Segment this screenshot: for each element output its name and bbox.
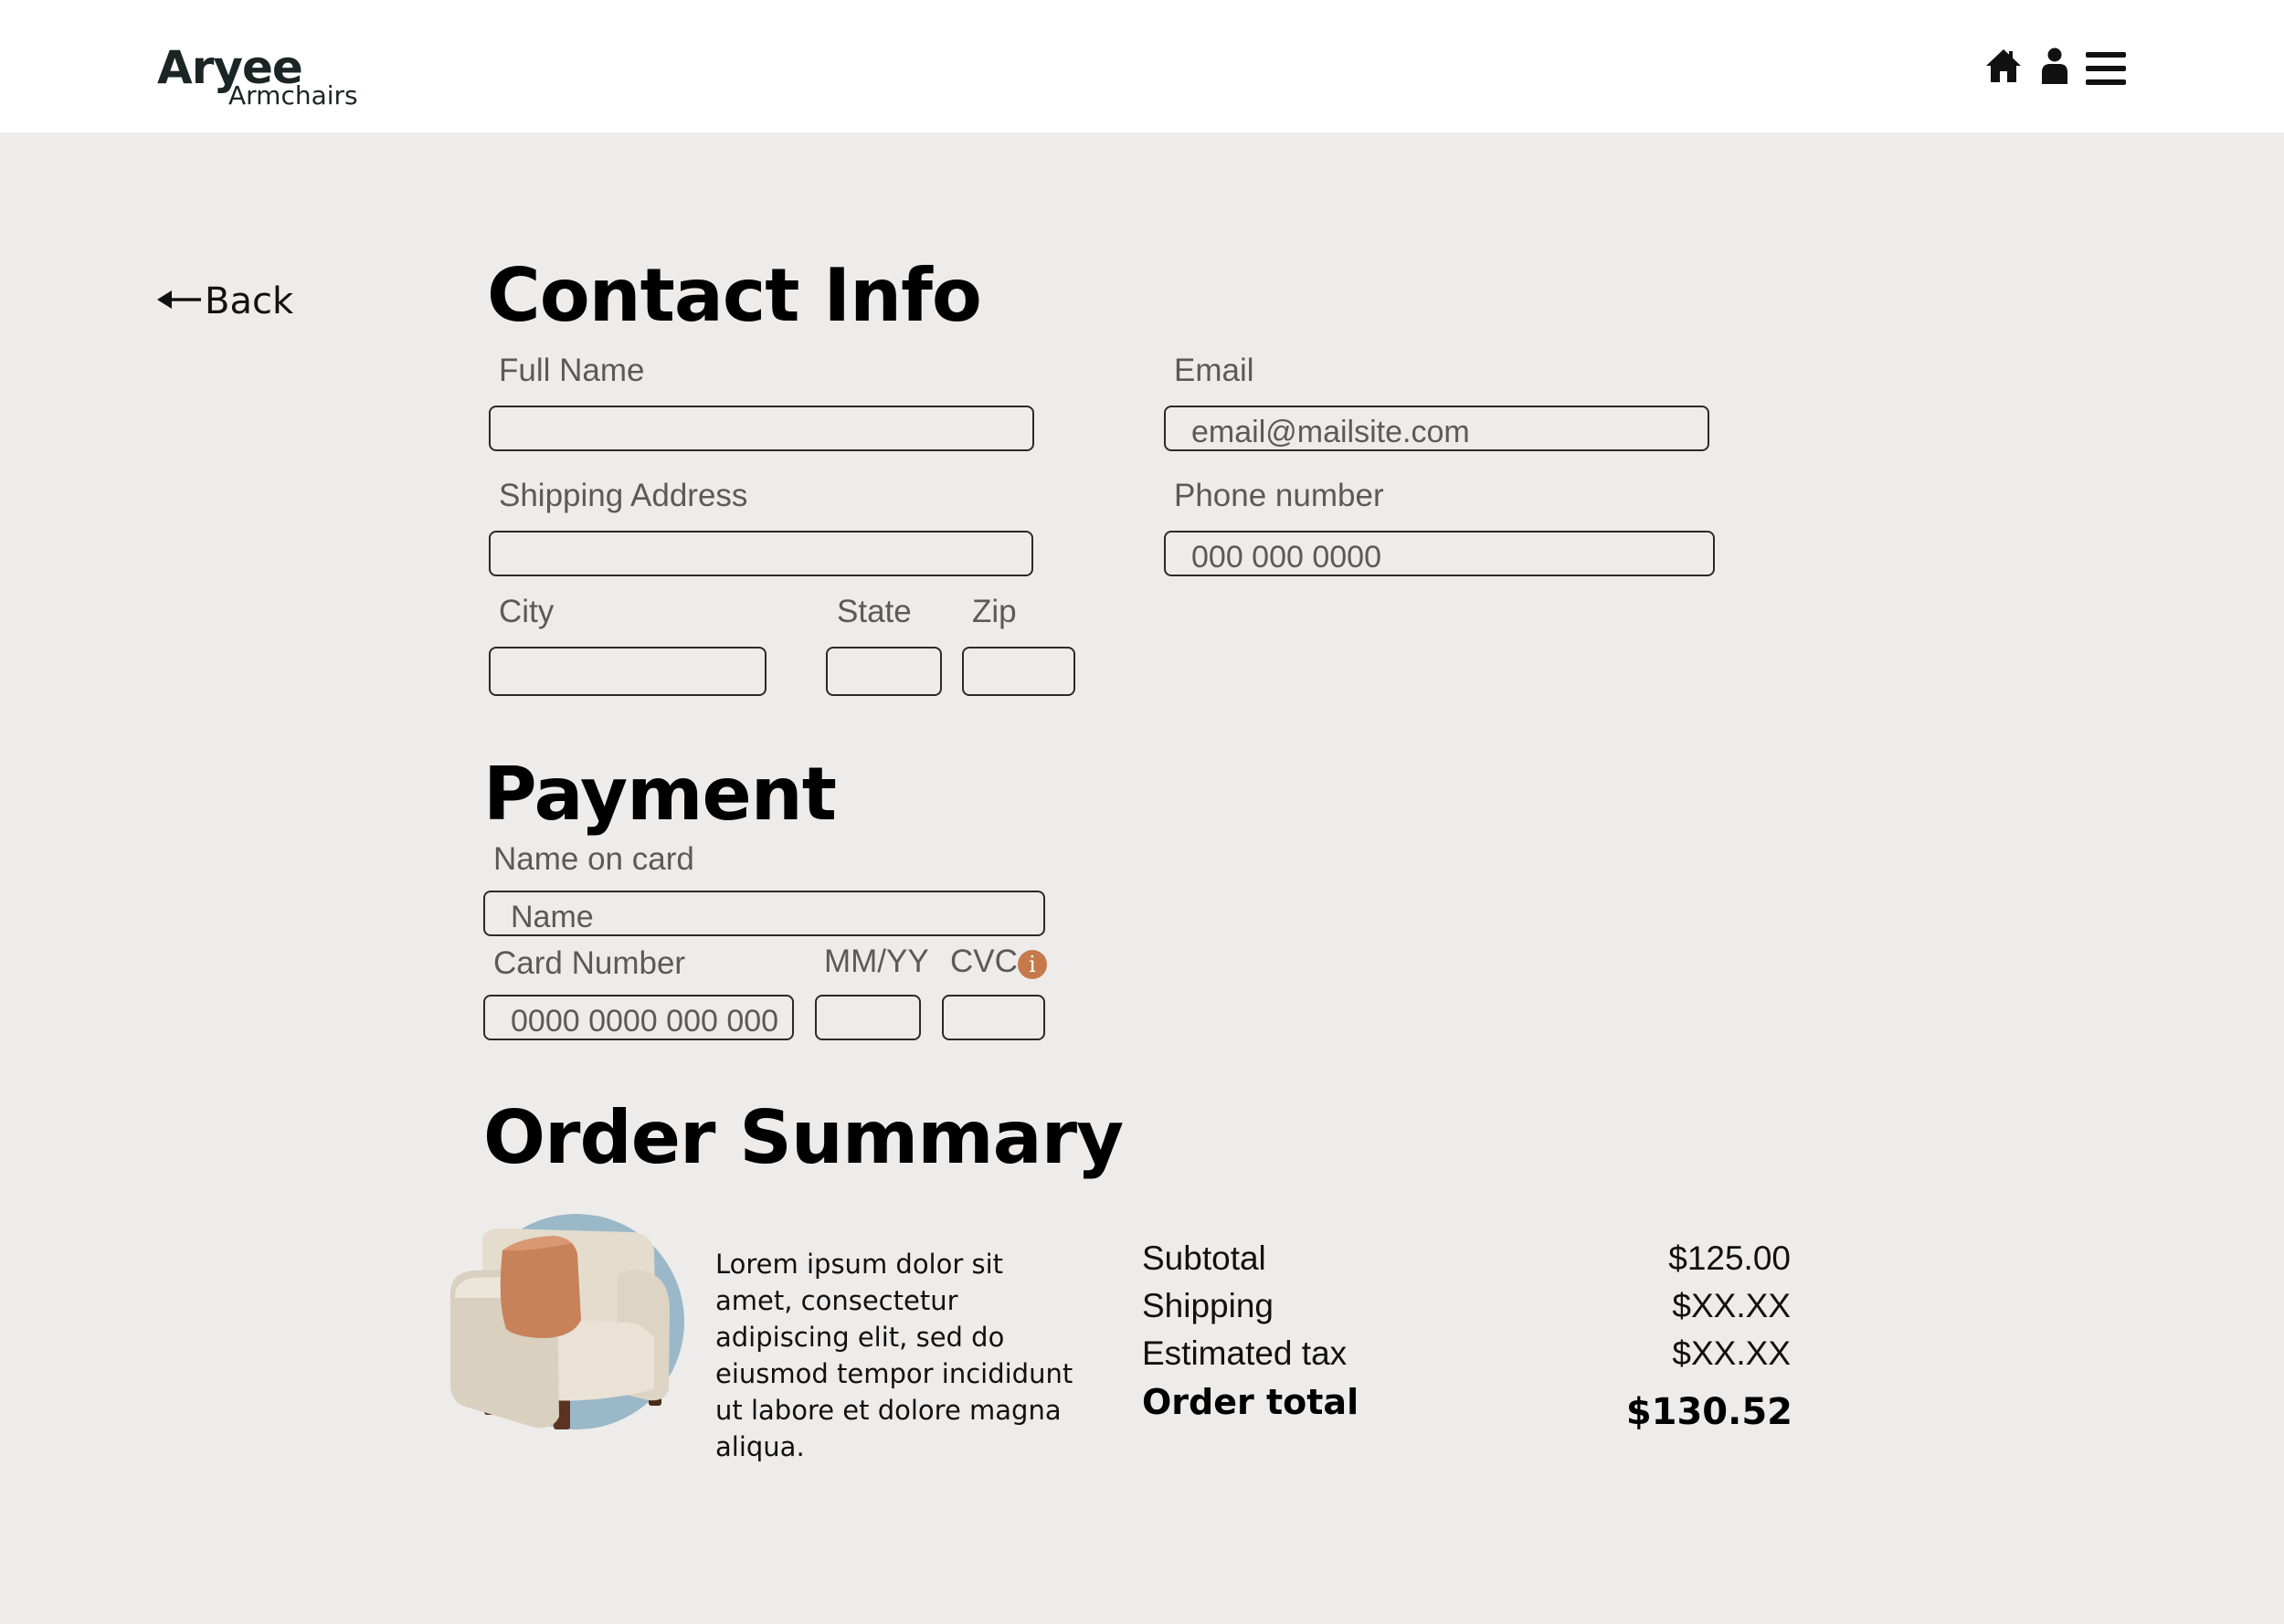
back-label: Back	[205, 280, 294, 322]
contact-info-title: Contact Info	[487, 253, 982, 338]
shipping-address-label: Shipping Address	[499, 478, 748, 513]
order-summary-title: Order Summary	[483, 1095, 1124, 1180]
cvc-input[interactable]	[942, 995, 1045, 1040]
site-header: Aryee Armchairs	[0, 0, 2284, 132]
tax-label: Estimated tax	[1142, 1334, 1348, 1372]
product-description: Lorem ipsum dolor sit amet, consectetur …	[715, 1249, 1073, 1462]
city-input[interactable]	[489, 647, 767, 696]
expiry-input[interactable]	[815, 995, 921, 1040]
order-total-label: Order total	[1142, 1382, 1359, 1422]
state-input[interactable]	[826, 647, 942, 696]
home-icon[interactable]	[1986, 47, 2021, 84]
email-label: Email	[1174, 353, 1254, 388]
card-number-label: Card Number	[493, 945, 686, 981]
shipping-address-input[interactable]	[489, 531, 1033, 576]
order-total-value: $130.52	[1625, 1391, 1792, 1433]
subtotal-value: $125.00	[1668, 1239, 1791, 1277]
email-input[interactable]: email@mailsite.com	[1164, 406, 1709, 451]
subtotal-label: Subtotal	[1142, 1239, 1266, 1277]
name-on-card-label: Name on card	[493, 841, 694, 877]
phone-input[interactable]: 000 000 0000	[1164, 531, 1715, 576]
menu-icon[interactable]	[2086, 52, 2126, 85]
back-button[interactable]: Back	[157, 274, 293, 329]
zip-input[interactable]	[962, 647, 1075, 696]
shipping-label: Shipping	[1142, 1287, 1274, 1324]
payment-title: Payment	[483, 752, 837, 837]
card-number-input[interactable]: 0000 0000 000 000	[483, 995, 794, 1040]
tax-value: $XX.XX	[1672, 1334, 1791, 1372]
shipping-value: $XX.XX	[1672, 1287, 1791, 1324]
city-label: City	[499, 594, 555, 629]
full-name-label: Full Name	[499, 353, 645, 388]
zip-label: Zip	[972, 594, 1017, 629]
expiry-label: MM/YY	[824, 944, 929, 979]
cvc-label: CVC	[950, 944, 1018, 979]
arrow-left-icon	[157, 288, 201, 316]
name-on-card-input[interactable]: Name	[483, 891, 1045, 936]
armchair-image	[446, 1210, 702, 1443]
brand-tagline: Armchairs	[228, 80, 358, 111]
info-icon[interactable]: i	[1018, 950, 1047, 979]
full-name-input[interactable]	[489, 406, 1034, 451]
user-icon[interactable]	[2041, 47, 2068, 84]
phone-label: Phone number	[1174, 478, 1384, 513]
state-label: State	[837, 594, 912, 629]
